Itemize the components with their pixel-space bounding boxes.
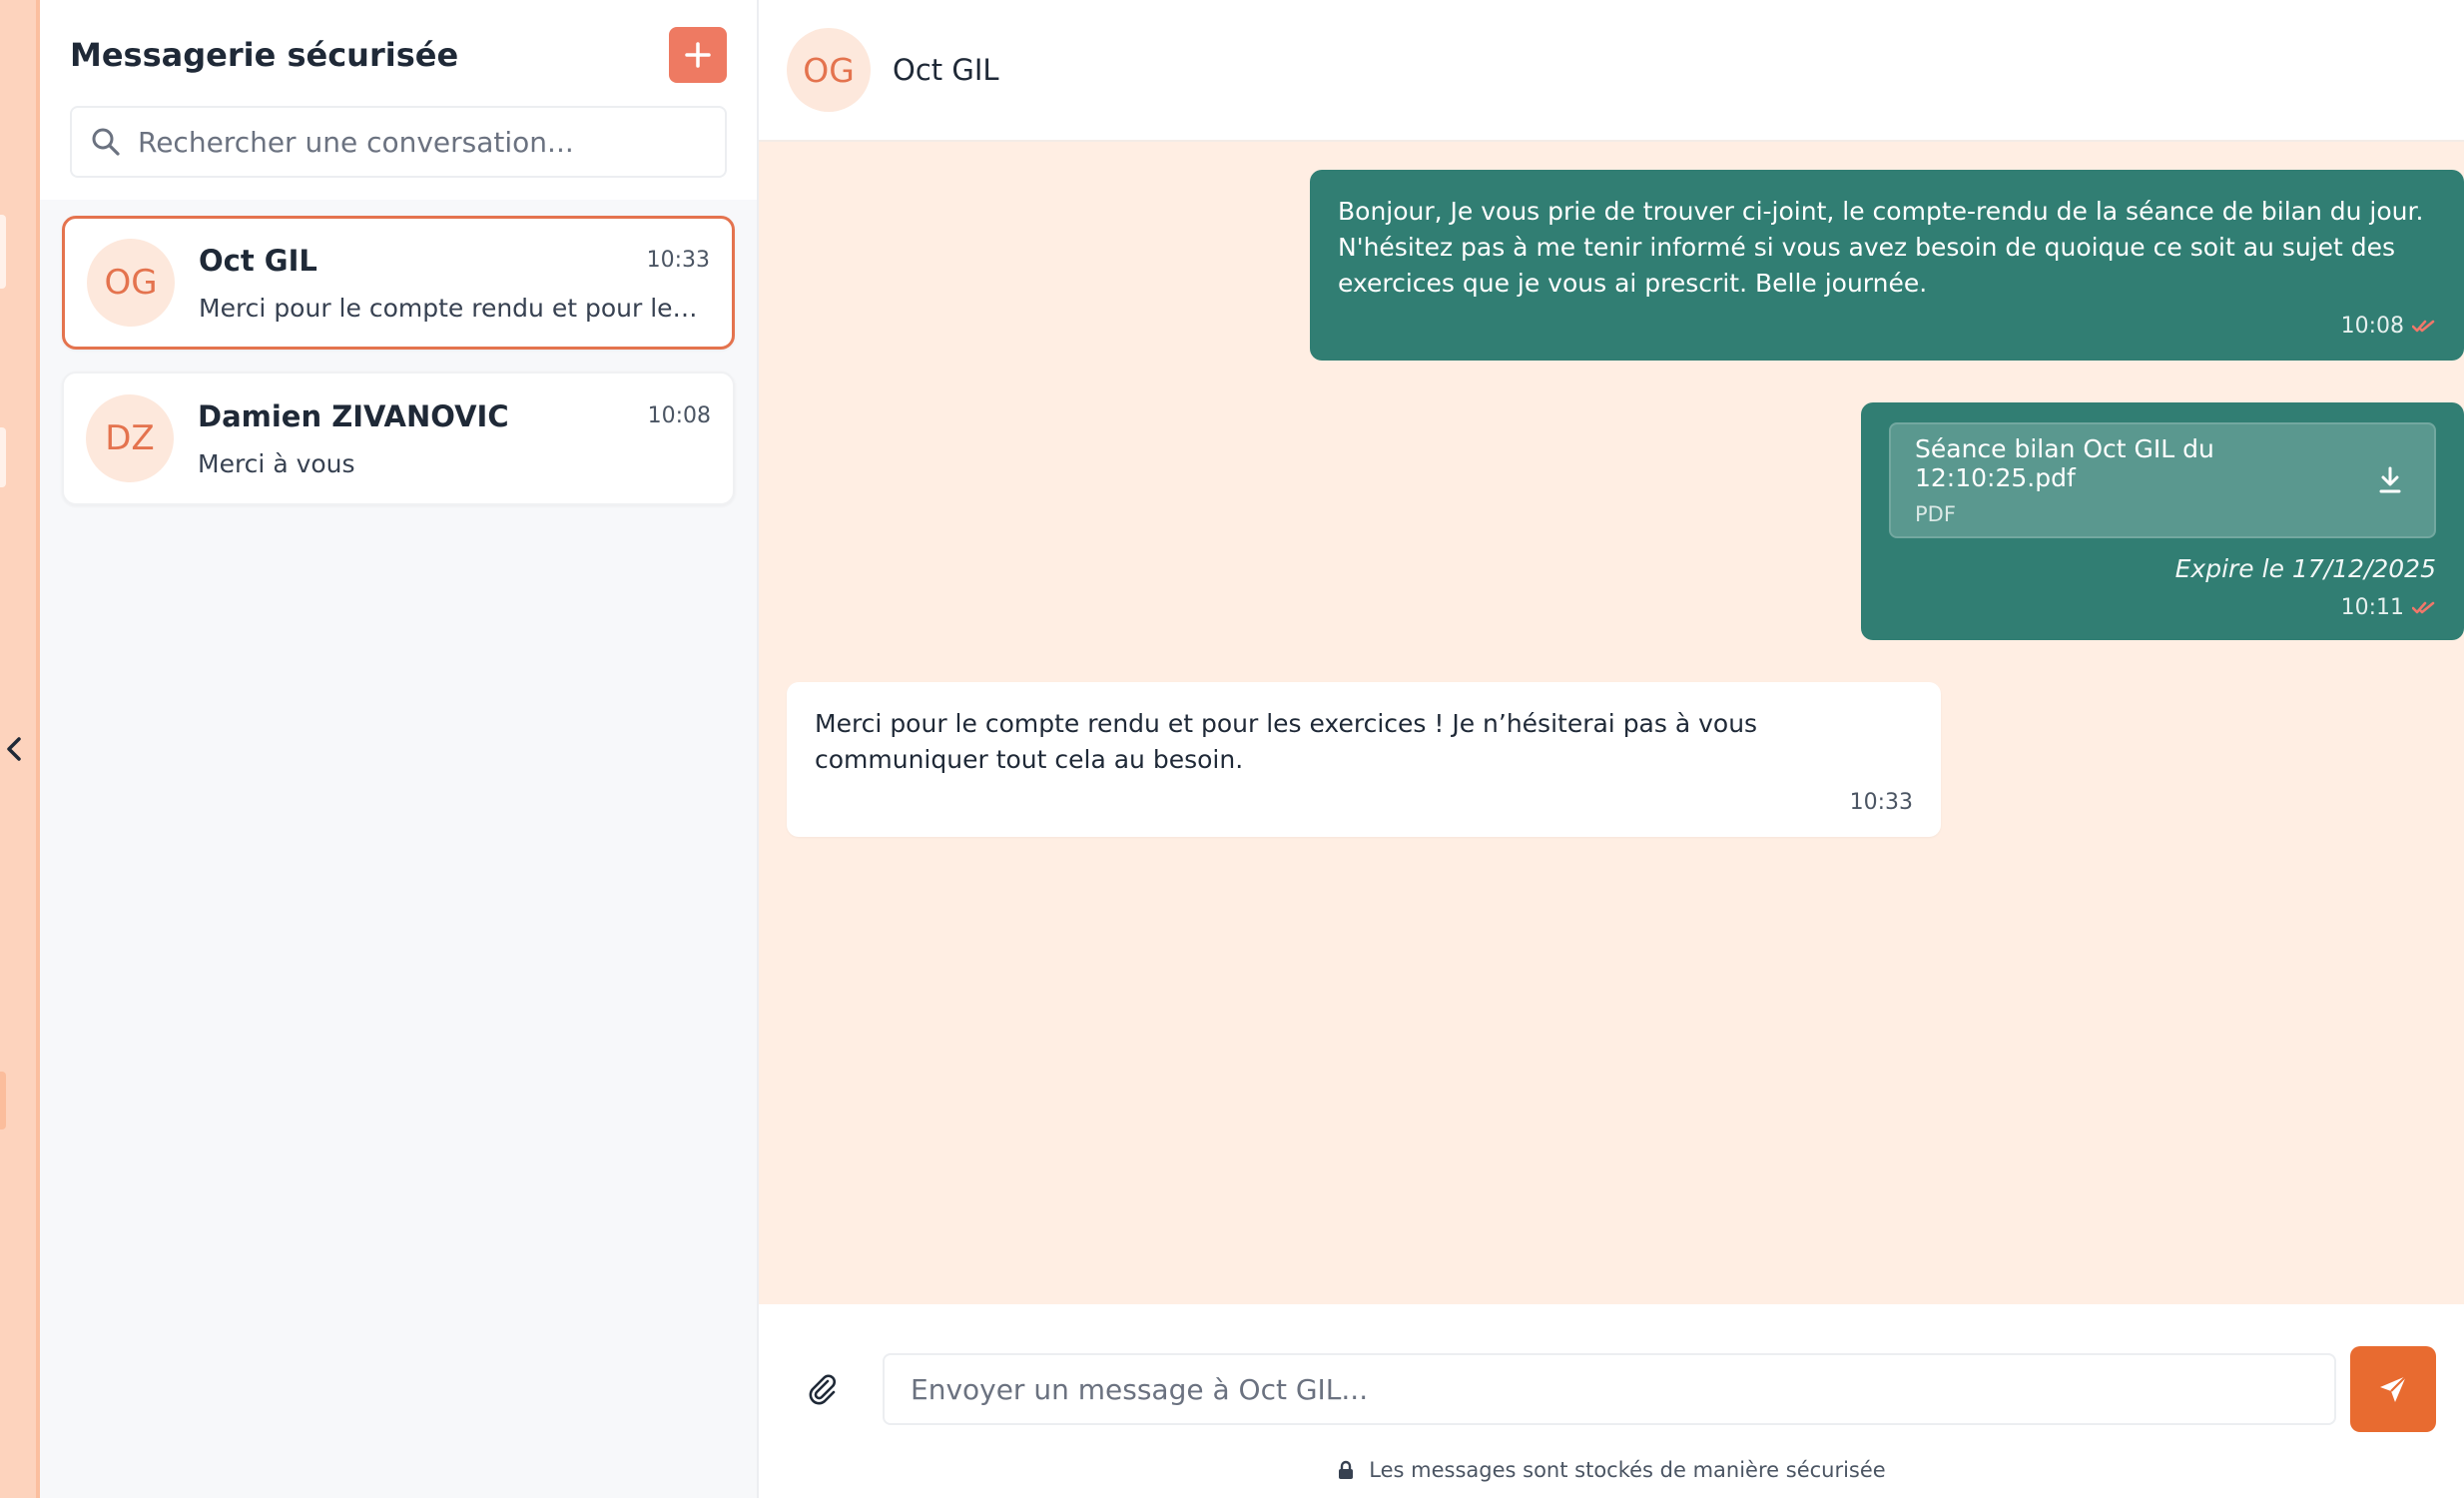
collapse-sidebar-button[interactable]	[2, 735, 26, 763]
file-name: Séance bilan Oct GIL du 12:10:25.pdf	[1915, 434, 2214, 492]
search-input[interactable]	[138, 112, 725, 172]
attach-file-button[interactable]	[787, 1353, 859, 1425]
chat-header: OG Oct GIL	[759, 0, 2464, 142]
sidebar-header: Messagerie sécurisée	[40, 0, 757, 200]
double-check-icon	[2412, 320, 2435, 332]
plus-icon	[685, 42, 711, 68]
message-bubble-incoming: Merci pour le compte rendu et pour les e…	[787, 682, 1941, 837]
message-text: Bonjour, Je vous prie de trouver ci-join…	[1338, 197, 2424, 298]
sidebar-title: Messagerie sécurisée	[70, 36, 459, 74]
conversation-preview: Merci pour le compte rendu et pour les e…	[199, 293, 710, 323]
conversation-list: OG Oct GIL 10:33 Merci pour le compte re…	[40, 200, 757, 521]
paperclip-icon	[809, 1374, 836, 1405]
conversation-item[interactable]: OG Oct GIL 10:33 Merci pour le compte re…	[62, 216, 735, 350]
message-thread: Bonjour, Je vous prie de trouver ci-join…	[759, 142, 2464, 1304]
chat-panel: OG Oct GIL Bonjour, Je vous prie de trou…	[759, 0, 2464, 1498]
message-text: Merci pour le compte rendu et pour les e…	[815, 709, 1758, 774]
double-check-icon	[2412, 601, 2435, 613]
file-type: PDF	[1915, 502, 1956, 526]
conversation-sidebar: Messagerie sécurisée OG	[40, 0, 759, 1498]
file-attachment[interactable]: Séance bilan Oct GIL du 12:10:25.pdf PDF	[1889, 422, 2436, 538]
nav-rail	[0, 0, 40, 1498]
message-bubble-attachment: Séance bilan Oct GIL du 12:10:25.pdf PDF…	[1861, 402, 2464, 640]
message-time: 10:33	[1849, 790, 1913, 815]
search-box	[70, 106, 727, 178]
conversation-name: Oct GIL	[199, 243, 317, 278]
conversation-preview: Merci à vous	[198, 448, 355, 478]
conversation-time: 10:08	[647, 403, 711, 428]
security-notice: Les messages sont stockés de manière séc…	[787, 1458, 2436, 1482]
file-expiry: Expire le 17/12/2025	[2174, 554, 2436, 583]
search-icon	[92, 128, 120, 156]
conversation-name: Damien ZIVANOVIC	[198, 398, 509, 433]
new-conversation-button[interactable]	[669, 27, 727, 83]
lock-icon	[1339, 1460, 1354, 1479]
rail-tab[interactable]	[0, 1072, 6, 1129]
app: Messagerie sécurisée OG	[0, 0, 2464, 1498]
conversation-item[interactable]: DZ Damien ZIVANOVIC 10:08 Merci à vous	[62, 372, 735, 505]
rail-tab[interactable]	[0, 427, 6, 487]
message-time: 10:08	[2340, 314, 2404, 339]
download-icon	[2379, 466, 2401, 493]
message-bubble-outgoing: Bonjour, Je vous prie de trouver ci-join…	[1310, 170, 2464, 361]
download-button[interactable]	[2371, 460, 2410, 500]
conversation-time: 10:33	[646, 248, 710, 273]
security-notice-text: Les messages sont stockés de manière séc…	[1369, 1458, 1886, 1482]
message-input[interactable]	[883, 1353, 2336, 1425]
avatar: DZ	[86, 394, 174, 482]
avatar: OG	[87, 239, 175, 327]
message-time: 10:11	[2340, 595, 2404, 620]
rail-tab[interactable]	[0, 215, 6, 289]
message-composer: Les messages sont stockés de manière séc…	[759, 1304, 2464, 1498]
send-button[interactable]	[2350, 1346, 2436, 1432]
chevron-left-icon	[7, 737, 21, 761]
send-icon	[2380, 1375, 2407, 1402]
avatar: OG	[787, 28, 871, 112]
chat-contact-name: Oct GIL	[893, 53, 999, 87]
